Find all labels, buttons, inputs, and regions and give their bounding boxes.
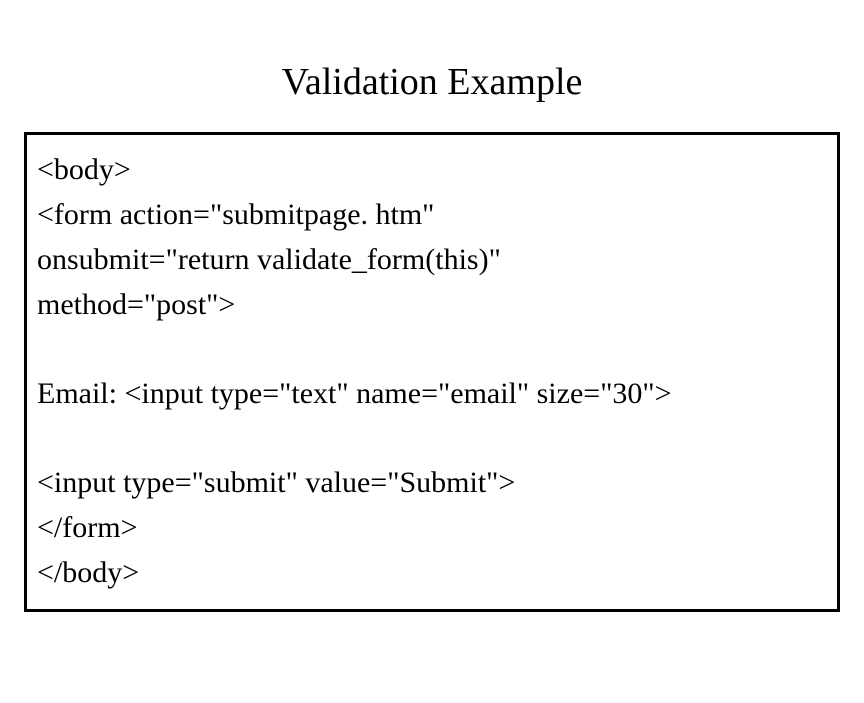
code-example-box: <body> <form action="submitpage. htm" on… (24, 132, 840, 612)
code-line: onsubmit="return validate_form(this)" (37, 237, 827, 282)
code-line: <input type="submit" value="Submit"> (37, 460, 827, 505)
code-line: method="post"> (37, 282, 827, 327)
blank-line (37, 327, 827, 371)
page-title: Validation Example (0, 60, 864, 104)
code-line: </form> (37, 505, 827, 550)
blank-line (37, 416, 827, 460)
code-line: <body> (37, 147, 827, 192)
code-line: Email: <input type="text" name="email" s… (37, 371, 827, 416)
code-line: <form action="submitpage. htm" (37, 192, 827, 237)
code-line: </body> (37, 550, 827, 595)
